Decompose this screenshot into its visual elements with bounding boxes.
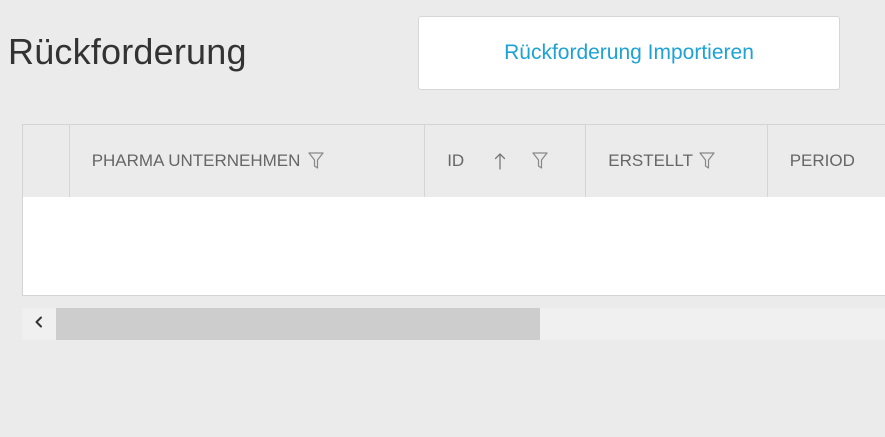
column-header-erstellt[interactable]: ERSTELLT [586, 125, 768, 197]
column-header-id[interactable]: ID [425, 125, 587, 197]
filter-icon[interactable] [532, 152, 548, 170]
column-header-label: PHARMA UNTERNEHMEN [91, 151, 301, 170]
grid-header: PHARMA UNTERNEHMEN ID ERSTELLT PERIOD [23, 125, 885, 197]
import-rueckforderung-button[interactable]: Rückforderung Importieren [418, 16, 840, 90]
column-header-period[interactable]: PERIOD [768, 125, 885, 197]
page-title: Rückforderung [8, 31, 247, 72]
column-header-pharma-unternehmen[interactable]: PHARMA UNTERNEHMEN [70, 125, 426, 197]
sort-ascending-icon[interactable] [494, 152, 506, 170]
select-column-header [23, 125, 70, 197]
column-header-label: ERSTELLT [608, 151, 693, 170]
data-grid: PHARMA UNTERNEHMEN ID ERSTELLT PERIOD [22, 124, 885, 296]
filter-icon[interactable] [308, 152, 325, 170]
column-header-label: ID [447, 151, 465, 170]
scrollbar-thumb[interactable] [56, 308, 540, 340]
scroll-left-button[interactable] [22, 308, 56, 340]
column-header-label: PERIOD [789, 151, 855, 170]
chevron-left-icon [34, 315, 44, 333]
filter-icon[interactable] [699, 152, 715, 170]
grid-body [23, 197, 885, 295]
horizontal-scrollbar[interactable] [22, 308, 885, 340]
page: Rückforderung Rückforderung Importieren … [0, 0, 885, 437]
